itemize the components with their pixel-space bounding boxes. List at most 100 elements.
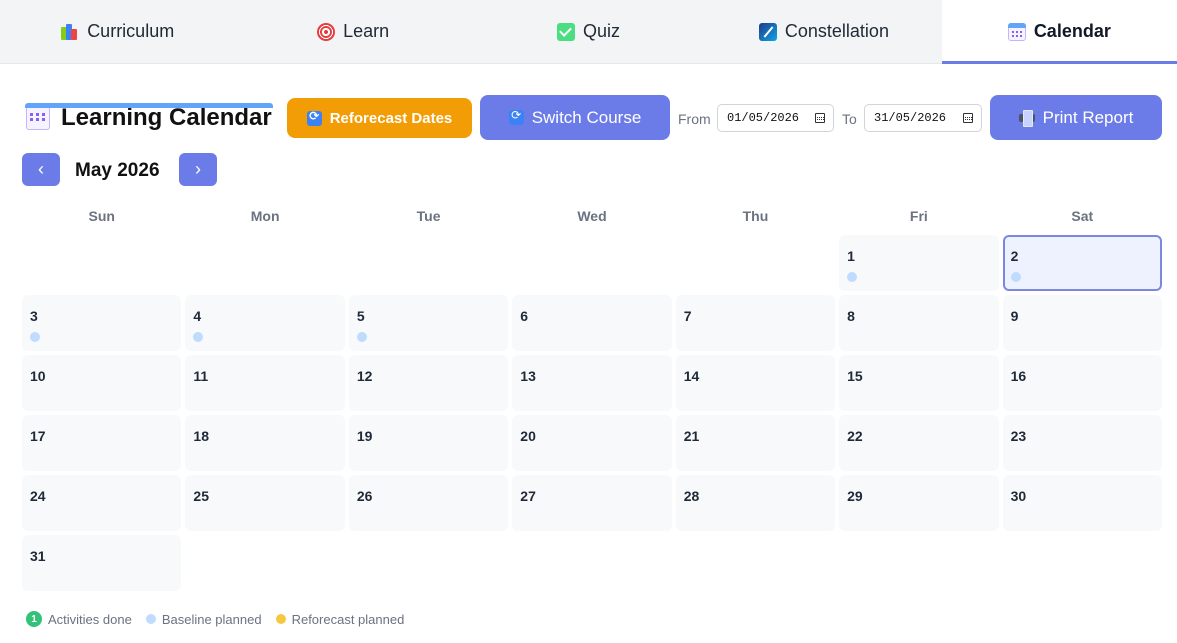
date-picker-icon[interactable] [815, 113, 825, 123]
day-number: 9 [1010, 308, 1019, 324]
day-number: 30 [1010, 488, 1027, 504]
legend-baseline-planned: Baseline planned [145, 612, 262, 627]
page-header: Learning Calendar [26, 104, 272, 132]
legend-reforecast-planned: Reforecast planned [275, 612, 404, 627]
day-number: 19 [356, 428, 373, 444]
weekday-label: Fri [909, 208, 928, 224]
baseline-dot-icon [193, 332, 204, 342]
day-cell[interactable]: 28 [675, 475, 836, 531]
tab-bar: Curriculum Learn Quiz Constellation Cale… [0, 0, 1177, 64]
day-number: 27 [520, 488, 536, 504]
tab-label: Calendar [1033, 21, 1111, 41]
tab-calendar[interactable]: Calendar [941, 0, 1177, 64]
day-cell[interactable]: 1 [839, 235, 999, 291]
day-cell[interactable]: 10 [22, 355, 182, 411]
day-cell[interactable]: 31 [22, 535, 182, 591]
empty-cell [22, 235, 181, 291]
day-cell[interactable]: 7 [675, 295, 836, 351]
day-cell[interactable]: 13 [512, 355, 672, 411]
date-picker-icon[interactable] [963, 113, 973, 123]
day-cell[interactable]: 5 [348, 295, 509, 351]
day-number: 16 [1010, 368, 1027, 384]
prev-month-button[interactable]: ‹ [22, 153, 60, 186]
from-date-value: 01/05/2026 [727, 111, 800, 125]
refresh-icon [306, 109, 322, 126]
day-cell[interactable]: 24 [22, 475, 182, 531]
empty-cell [676, 235, 835, 291]
baseline-dot-icon [847, 272, 858, 282]
day-number: 21 [683, 428, 700, 444]
tab-label: Learn [343, 21, 390, 41]
calendar-icon [26, 106, 50, 130]
day-cell[interactable]: 15 [839, 355, 999, 411]
weekday-header-row: Sun Mon Tue Wed Thu Fri Sat [20, 208, 1164, 224]
day-number: 22 [847, 428, 863, 444]
check-box-icon [557, 22, 575, 41]
switch-course-button[interactable]: Switch Course [480, 95, 670, 140]
day-cell[interactable]: 22 [839, 415, 999, 471]
day-cell[interactable]: 19 [348, 415, 509, 471]
day-cell[interactable]: 20 [512, 415, 672, 471]
printer-icon [1018, 110, 1035, 127]
day-cell[interactable]: 17 [22, 415, 182, 471]
day-cell[interactable]: 30 [1002, 475, 1162, 531]
from-date-input[interactable]: 01/05/2026 [717, 104, 834, 132]
day-cell[interactable]: 11 [185, 355, 345, 411]
baseline-dot-icon [1010, 272, 1021, 282]
weekday-label: Sat [1071, 208, 1094, 224]
switch-course-label: Switch Course [531, 107, 642, 127]
day-cell[interactable]: 2 [1002, 235, 1162, 291]
day-cell[interactable]: 25 [185, 475, 345, 531]
day-number: 24 [30, 488, 46, 504]
tab-label: Constellation [784, 21, 889, 41]
tab-curriculum[interactable]: Curriculum [0, 0, 235, 63]
day-number: 1 [847, 248, 855, 264]
day-cell[interactable]: 27 [512, 475, 672, 531]
day-number: 12 [356, 368, 373, 384]
empty-cell [185, 235, 344, 291]
baseline-dot-icon [145, 614, 156, 624]
baseline-dot-icon [30, 332, 40, 342]
refresh-icon [508, 108, 524, 125]
print-report-label: Print Report [1042, 107, 1134, 127]
to-date-input[interactable]: 31/05/2026 [864, 104, 982, 132]
legend-label: Activities done [48, 611, 132, 627]
day-number: 2 [1010, 248, 1019, 264]
page-title: Learning Calendar [61, 104, 272, 131]
weekday-label: Sun [88, 208, 115, 224]
day-number: 5 [356, 308, 365, 324]
day-cell[interactable]: 4 [185, 295, 345, 351]
tab-constellation[interactable]: Constellation [706, 0, 941, 63]
day-cell[interactable]: 14 [675, 355, 836, 411]
day-cell[interactable]: 26 [348, 475, 509, 531]
weekday-label: Wed [577, 208, 607, 224]
tab-learn[interactable]: Learn [235, 0, 470, 63]
legend: 1 Activities done Baseline planned Refor… [26, 611, 418, 627]
day-cell[interactable]: 9 [1002, 295, 1162, 351]
day-cell[interactable]: 21 [675, 415, 836, 471]
baseline-dot-icon [356, 332, 367, 342]
day-cell[interactable]: 18 [185, 415, 345, 471]
day-cell[interactable]: 29 [839, 475, 999, 531]
empty-cell [512, 235, 671, 291]
day-cell[interactable]: 8 [839, 295, 999, 351]
day-cell[interactable]: 12 [348, 355, 509, 411]
empty-cell [349, 235, 508, 291]
day-cell[interactable]: 6 [512, 295, 672, 351]
reforecast-dates-button[interactable]: Reforecast Dates [287, 98, 472, 138]
day-number: 17 [30, 428, 46, 444]
calendar-icon [1007, 22, 1026, 41]
day-number: 7 [683, 308, 692, 324]
tab-quiz[interactable]: Quiz [471, 0, 706, 63]
day-number: 3 [30, 308, 38, 324]
day-number: 26 [356, 488, 373, 504]
print-report-button[interactable]: Print Report [990, 95, 1162, 140]
day-cell[interactable]: 16 [1002, 355, 1162, 411]
to-label: To [842, 111, 857, 127]
tab-label: Curriculum [87, 21, 175, 41]
day-cell[interactable]: 3 [22, 295, 182, 351]
next-month-button[interactable]: › [179, 153, 217, 186]
day-cell[interactable]: 23 [1002, 415, 1162, 471]
day-number: 13 [520, 368, 536, 384]
day-number: 8 [847, 308, 855, 324]
